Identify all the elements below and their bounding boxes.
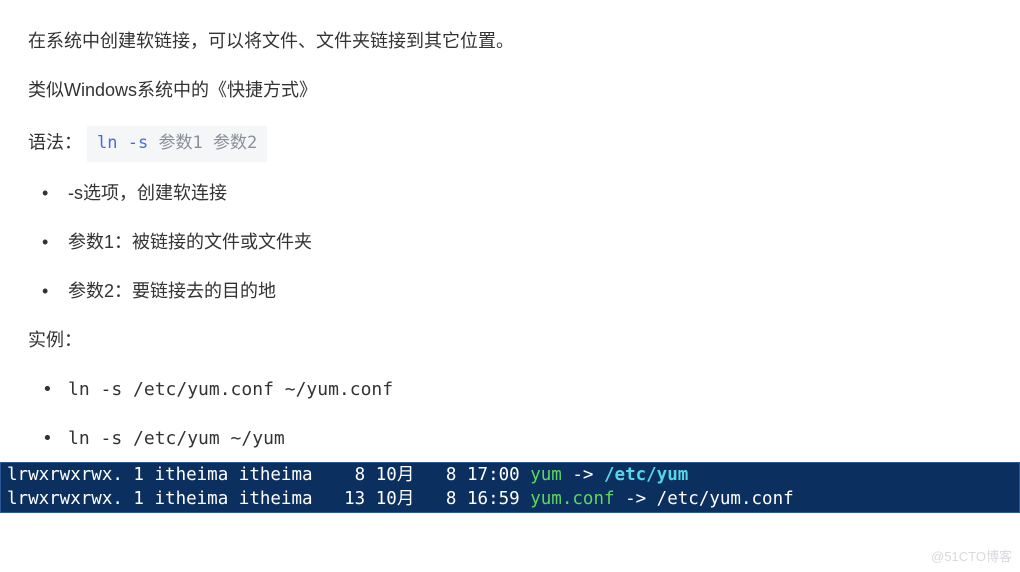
options-list: -s选项，创建软连接 参数1：被链接的文件或文件夹 参数2：要链接去的目的地 [28,180,992,305]
example-2: ln -s /etc/yum ~/yum [28,425,992,452]
ls-meta: lrwxrwxrwx. 1 itheima itheima 8 10月 8 17… [7,465,530,485]
link-name: yum.conf [530,489,614,509]
example-1: ln -s /etc/yum.conf ~/yum.conf [28,376,992,403]
cmd-flag: -s [128,133,148,153]
cmd-name: ln [97,133,117,153]
cmd-arg1: 参数1 [158,133,202,153]
ls-meta: lrwxrwxrwx. 1 itheima itheima 13 10月 8 1… [7,489,530,509]
link-name: yum [530,465,562,485]
list-item-s: -s选项，创建软连接 [28,180,992,207]
terminal-line-2: lrwxrwxrwx. 1 itheima itheima 13 10月 8 1… [1,487,1019,512]
cmd-arg2: 参数2 [213,133,257,153]
link-target: -> /etc/yum.conf [615,489,794,509]
list-item-p1: 参数1：被链接的文件或文件夹 [28,229,992,256]
watermark: @51CTO博客 [931,547,1012,567]
intro-paragraph-2: 类似Windows系统中的《快捷方式》 [28,77,992,104]
syntax-label: 语法： [28,133,82,153]
syntax-line: 语法： ln -s 参数1 参数2 [28,126,992,162]
examples-label: 实例： [28,327,992,354]
list-item-p2: 参数2：要链接去的目的地 [28,278,992,305]
link-target: /etc/yum [604,465,688,485]
intro-paragraph-1: 在系统中创建软链接，可以将文件、文件夹链接到其它位置。 [28,28,992,55]
terminal-output: lrwxrwxrwx. 1 itheima itheima 8 10月 8 17… [0,462,1020,513]
terminal-line-1: lrwxrwxrwx. 1 itheima itheima 8 10月 8 17… [1,463,1019,488]
arrow: -> [562,465,604,485]
syntax-code: ln -s 参数1 参数2 [87,126,267,162]
examples-list: ln -s /etc/yum.conf ~/yum.conf ln -s /et… [28,376,992,452]
